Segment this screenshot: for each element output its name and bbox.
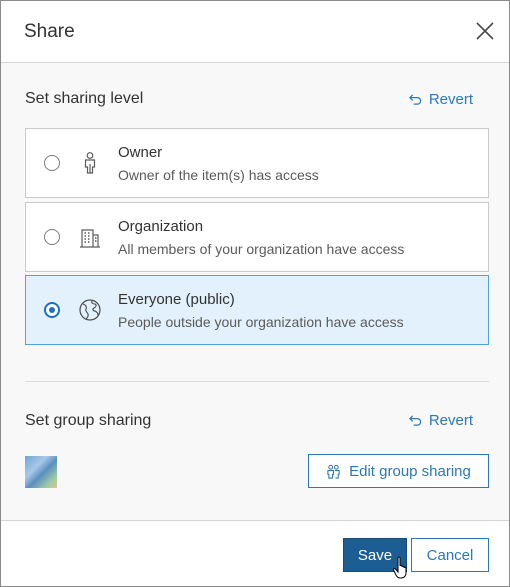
revert-label: Revert (428, 91, 473, 108)
revert-label: Revert (428, 412, 473, 429)
globe-icon (79, 299, 101, 321)
cancel-button[interactable]: Cancel (411, 538, 489, 572)
section-divider (25, 381, 489, 382)
option-description: All members of your organization have ac… (118, 241, 405, 257)
revert-icon (408, 415, 421, 426)
group-thumbnail (25, 456, 57, 488)
hand-pointer-icon (392, 556, 407, 579)
owner-radio[interactable] (44, 155, 60, 171)
dialog-header: Share (1, 1, 509, 63)
close-icon (476, 22, 494, 40)
option-title: Owner (118, 144, 163, 161)
group-sharing-label: Set group sharing (25, 412, 152, 429)
dialog-footer: Save Cancel (1, 520, 509, 586)
option-organization[interactable]: Organization All members of your organiz… (25, 202, 489, 272)
option-title: Organization (118, 218, 204, 235)
dialog-title: Share (24, 21, 75, 42)
option-title: Everyone (public) (118, 291, 235, 308)
building-icon (80, 229, 100, 248)
share-dialog: Share Set sharing level Revert Owner Own… (0, 0, 510, 587)
option-description: People outside your organization have ac… (118, 314, 404, 330)
group-sharing-revert-link[interactable]: Revert (408, 412, 473, 429)
edit-group-sharing-label: Edit group sharing (349, 462, 471, 480)
sharing-level-label: Set sharing level (25, 90, 144, 107)
option-everyone-public[interactable]: Everyone (public) People outside your or… (25, 275, 489, 345)
close-button[interactable] (473, 19, 497, 43)
organization-radio[interactable] (44, 229, 60, 245)
sharing-level-revert-link[interactable]: Revert (408, 91, 473, 108)
revert-icon (408, 94, 421, 105)
option-owner[interactable]: Owner Owner of the item(s) has access (25, 128, 489, 198)
everyone-radio[interactable] (44, 302, 60, 318)
group-users-icon (327, 464, 340, 479)
person-icon (84, 152, 96, 174)
option-description: Owner of the item(s) has access (118, 167, 319, 183)
edit-group-sharing-button[interactable]: Edit group sharing (308, 454, 489, 488)
